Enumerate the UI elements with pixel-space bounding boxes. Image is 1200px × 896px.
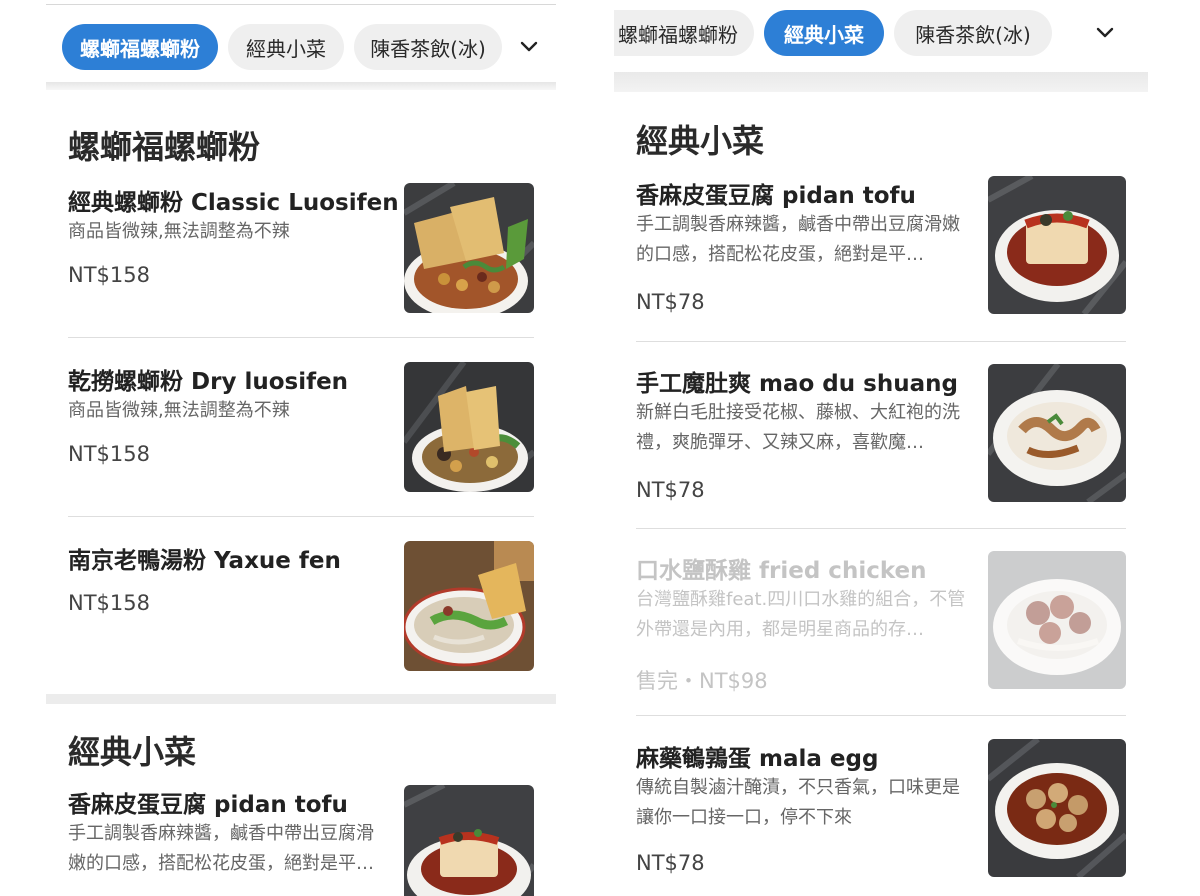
- chevron-down-icon[interactable]: [1092, 20, 1118, 46]
- menu-item-mala-egg[interactable]: 麻藥鵪鶉蛋 mala egg 傳統自製滷汁醃漬，不只香氣，口味更是讓你一口接一口…: [636, 739, 1126, 879]
- item-desc: 傳統自製滷汁醃漬，不只香氣，口味更是讓你一口接一口，停不下來: [636, 777, 960, 828]
- tab-luosifen[interactable]: 螺螄福螺螄粉: [62, 24, 218, 70]
- item-divider: [636, 341, 1126, 342]
- tabbar-shadow: [46, 82, 556, 90]
- item-name: 手工魔肚爽 mao du shuang: [636, 371, 958, 397]
- item-price: NT$78: [636, 478, 705, 502]
- item-name: 經典螺螄粉 Classic Luosifen: [68, 190, 399, 216]
- item-desc: 手工調製香麻辣醬，鹹香中帶出豆腐滑嫩的口感，搭配松花皮蛋，絕對是平…: [68, 823, 374, 874]
- item-desc: 台灣鹽酥雞feat.四川口水雞的組合，不管外帶還是內用，都是明星商品的存…: [636, 589, 966, 640]
- section-title-classic-sides: 經典小菜: [636, 122, 765, 160]
- left-screen: 螺螄福螺螄粉 經典小菜 陳香茶飲(冰) 螺螄福螺螄粉 經典螺螄粉 Classic…: [46, 0, 556, 896]
- item-desc: 商品皆微辣,無法調整為不辣: [68, 221, 290, 242]
- category-tab-bar: 螺螄福螺螄粉 經典小菜 陳香茶飲(冰): [46, 14, 556, 80]
- item-price: NT$78: [636, 851, 705, 875]
- item-name: 香麻皮蛋豆腐 pidan tofu: [636, 183, 916, 209]
- item-price: NT$158: [68, 591, 150, 615]
- menu-item-pidan-tofu[interactable]: 香麻皮蛋豆腐 pidan tofu 手工調製香麻辣醬，鹹香中帶出豆腐滑嫩的口感，…: [636, 176, 1126, 316]
- item-desc: 商品皆微辣,無法調整為不辣: [68, 400, 290, 421]
- item-desc: 手工調製香麻辣醬，鹹香中帶出豆腐滑嫩的口感，搭配松花皮蛋，絕對是平…: [636, 214, 960, 265]
- food-photo: [988, 176, 1126, 314]
- tab-tea-drinks[interactable]: 陳香茶飲(冰): [894, 10, 1052, 56]
- tab-tea-drinks[interactable]: 陳香茶飲(冰): [354, 24, 502, 70]
- food-photo: [404, 183, 534, 313]
- item-divider: [636, 528, 1126, 529]
- top-divider: [46, 4, 556, 5]
- food-photo: [404, 541, 534, 671]
- item-name: 香麻皮蛋豆腐 pidan tofu: [68, 792, 348, 818]
- section-title-luosifen: 螺螄福螺螄粉: [68, 128, 261, 166]
- item-price: NT$158: [68, 442, 150, 466]
- tab-classic-sides[interactable]: 經典小菜: [764, 10, 884, 56]
- item-name: 麻藥鵪鶉蛋 mala egg: [636, 746, 879, 772]
- menu-item-mao-du-shuang[interactable]: 手工魔肚爽 mao du shuang 新鮮白毛肚接受花椒、藤椒、大紅袍的洗禮，…: [636, 364, 1126, 504]
- item-name: 口水鹽酥雞 fried chicken: [636, 558, 927, 584]
- right-screen: 螺螄福螺螄粉 經典小菜 陳香茶飲(冰) 經典小菜 香麻皮蛋豆腐 pidan to…: [614, 0, 1148, 896]
- section-title-classic-sides: 經典小菜: [68, 733, 197, 771]
- tab-luosifen[interactable]: 螺螄福螺螄粉: [614, 10, 754, 56]
- menu-item-pidan-tofu[interactable]: 香麻皮蛋豆腐 pidan tofu 手工調製香麻辣醬，鹹香中帶出豆腐滑嫩的口感，…: [68, 785, 534, 896]
- tabbar-shadow: [614, 72, 1148, 92]
- item-name: 南京老鴨湯粉 Yaxue fen: [68, 548, 341, 574]
- food-photo: [988, 551, 1126, 689]
- menu-item-dry-luosifen[interactable]: 乾撈螺螄粉 Dry luosifen 商品皆微辣,無法調整為不辣 NT$158: [68, 362, 534, 494]
- item-divider: [636, 715, 1126, 716]
- food-photo: [404, 785, 534, 896]
- food-photo: [988, 364, 1126, 502]
- item-price: NT$158: [68, 263, 150, 287]
- food-photo: [988, 739, 1126, 877]
- soldout-price: 售完・NT$98: [636, 669, 768, 693]
- tab-classic-sides[interactable]: 經典小菜: [228, 24, 344, 70]
- chevron-down-icon[interactable]: [516, 34, 542, 60]
- menu-item-fried-chicken[interactable]: 口水鹽酥雞 fried chicken 台灣鹽酥雞feat.四川口水雞的組合，不…: [636, 551, 1126, 693]
- menu-item-classic-luosifen[interactable]: 經典螺螄粉 Classic Luosifen 商品皆微辣,無法調整為不辣 NT$…: [68, 183, 534, 315]
- item-name: 乾撈螺螄粉 Dry luosifen: [68, 369, 349, 395]
- item-divider: [68, 337, 534, 338]
- section-separator: [46, 694, 556, 704]
- food-photo: [404, 362, 534, 492]
- category-tab-bar: 螺螄福螺螄粉 經典小菜 陳香茶飲(冰): [614, 0, 1148, 66]
- item-desc: 新鮮白毛肚接受花椒、藤椒、大紅袍的洗禮，爽脆彈牙、又辣又麻，喜歡魔…: [636, 402, 960, 453]
- item-price: NT$78: [636, 290, 705, 314]
- menu-item-yaxue-fen[interactable]: 南京老鴨湯粉 Yaxue fen NT$158: [68, 541, 534, 673]
- item-divider: [68, 516, 534, 517]
